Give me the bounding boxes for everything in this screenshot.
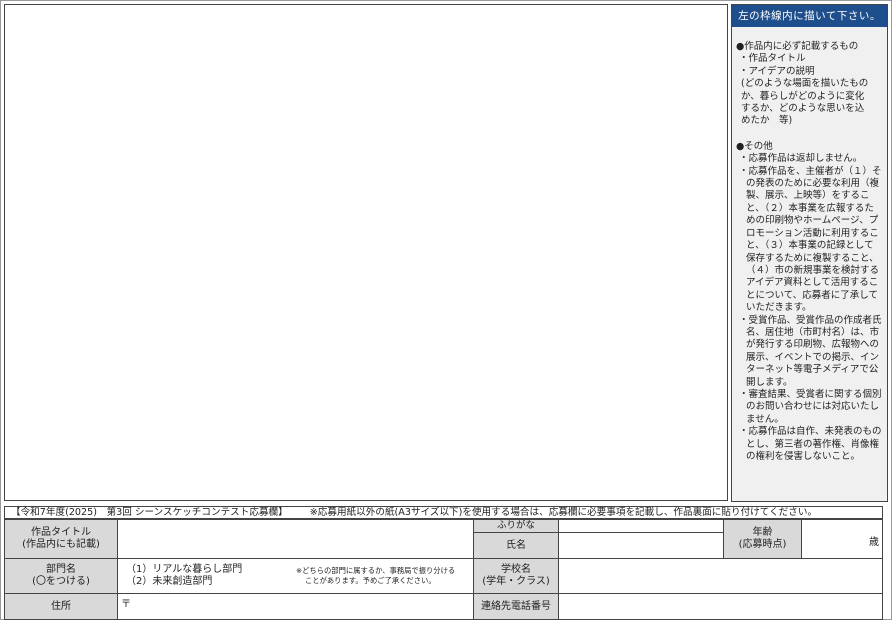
age-label-line: 年齢 <box>752 527 773 538</box>
notice-text: ※応募用紙以外の紙(A3サイズ以下)を使用する場合は、応募欄に必要事項を記載し、… <box>309 507 818 518</box>
required-note-line: するか、どのような思いを込 <box>741 103 865 115</box>
required-note-line: か、暮らしがどのように変化 <box>741 90 865 102</box>
division-label-line: 部門名 <box>46 564 76 575</box>
furigana-field[interactable] <box>558 519 724 533</box>
phone-label: 連絡先電話番号 <box>473 593 559 620</box>
division-label: 部門名 (〇をつける) <box>4 558 118 594</box>
other-item: ・応募作品は返却しません。 <box>739 153 863 165</box>
instructions-header: 左の枠線内に描いて下さい。 <box>732 5 887 27</box>
division-option-future[interactable]: （2）未来創造部門 <box>126 576 294 588</box>
division-option-real-life[interactable]: （1）リアルな暮らし部門 <box>126 564 294 576</box>
division-note: ※どちらの部門に属するか、事務局で振り分ける ことがあります。予めご了承ください… <box>294 558 474 594</box>
other-item: ・受賞作品、受賞作品の作成者氏名、居住地（市町村名）は、市が発行する印刷物、広報… <box>739 314 882 388</box>
title-field[interactable] <box>117 519 474 559</box>
postal-mark: 〒 <box>121 599 131 610</box>
school-label: 学校名 (学年・クラス) <box>473 558 559 594</box>
name-label: 氏名 <box>473 532 559 559</box>
phone-field[interactable] <box>558 593 883 620</box>
drawing-area[interactable] <box>4 4 728 501</box>
division-note-line: ことがあります。予めご了承ください。 <box>305 576 436 585</box>
other-item: ・応募作品を、主催者が（１）その発表のために必要な利用（複製、展示、上映等）をす… <box>739 165 882 314</box>
required-item: ・アイデアの説明 <box>739 65 815 77</box>
age-label-line: (応募時点) <box>738 539 787 550</box>
school-label-line: (学年・クラス) <box>482 576 550 587</box>
other-item: ・応募作品は自作、未発表のものとし、第三者の著作権、肖像権の権利を侵害しないこと… <box>739 426 882 462</box>
address-field[interactable]: 〒 <box>117 593 474 620</box>
school-label-line: 学校名 <box>500 564 531 575</box>
required-note-line: (どのような場面を描いたもの <box>741 78 869 90</box>
required-item: ・作品タイトル <box>739 53 806 65</box>
division-note-line: ※どちらの部門に属するか、事務局で振り分ける <box>296 566 456 575</box>
instructions-body: ●作品内に必ず記載するもの ・作品タイトル ・アイデアの説明 (どのような場面を… <box>732 27 887 463</box>
division-options: （1）リアルな暮らし部門 （2）未来創造部門 <box>117 558 295 594</box>
title-label: 作品タイトル (作品内にも記載) <box>4 519 118 559</box>
application-notice: 【令和7年度(2025) 第3回 シーンスケッチコンテスト応募欄】 ※応募用紙以外… <box>4 506 883 519</box>
title-label-line: (作品内にも記載) <box>22 539 100 550</box>
school-field[interactable] <box>558 558 883 594</box>
application-form: 作品タイトル (作品内にも記載) ふりがな 氏名 年齢 (応募時点) 歳 部門名 (〇… <box>4 519 883 620</box>
title-label-line: 作品タイトル <box>31 527 91 538</box>
name-field[interactable] <box>558 532 724 559</box>
required-note-line: めたか 等) <box>741 115 793 127</box>
notice-title: 【令和7年度(2025) 第3回 シーンスケッチコンテスト応募欄】 <box>11 507 288 518</box>
other-item: ・審査結果、受賞者に関する個別のお問い合わせには対応いたしません。 <box>739 388 882 425</box>
instructions-panel: 左の枠線内に描いて下さい。 ●作品内に必ず記載するもの ・作品タイトル ・アイデ… <box>731 4 888 502</box>
age-field[interactable]: 歳 <box>801 519 883 559</box>
age-unit: 歳 <box>869 537 879 548</box>
address-label: 住所 <box>4 593 118 620</box>
furigana-label: ふりがな <box>473 519 559 533</box>
division-label-line: (〇をつける) <box>32 576 90 587</box>
other-heading: ●その他 <box>736 140 773 152</box>
age-label: 年齢 (応募時点) <box>723 519 802 559</box>
required-heading: ●作品内に必ず記載するもの <box>736 41 859 52</box>
